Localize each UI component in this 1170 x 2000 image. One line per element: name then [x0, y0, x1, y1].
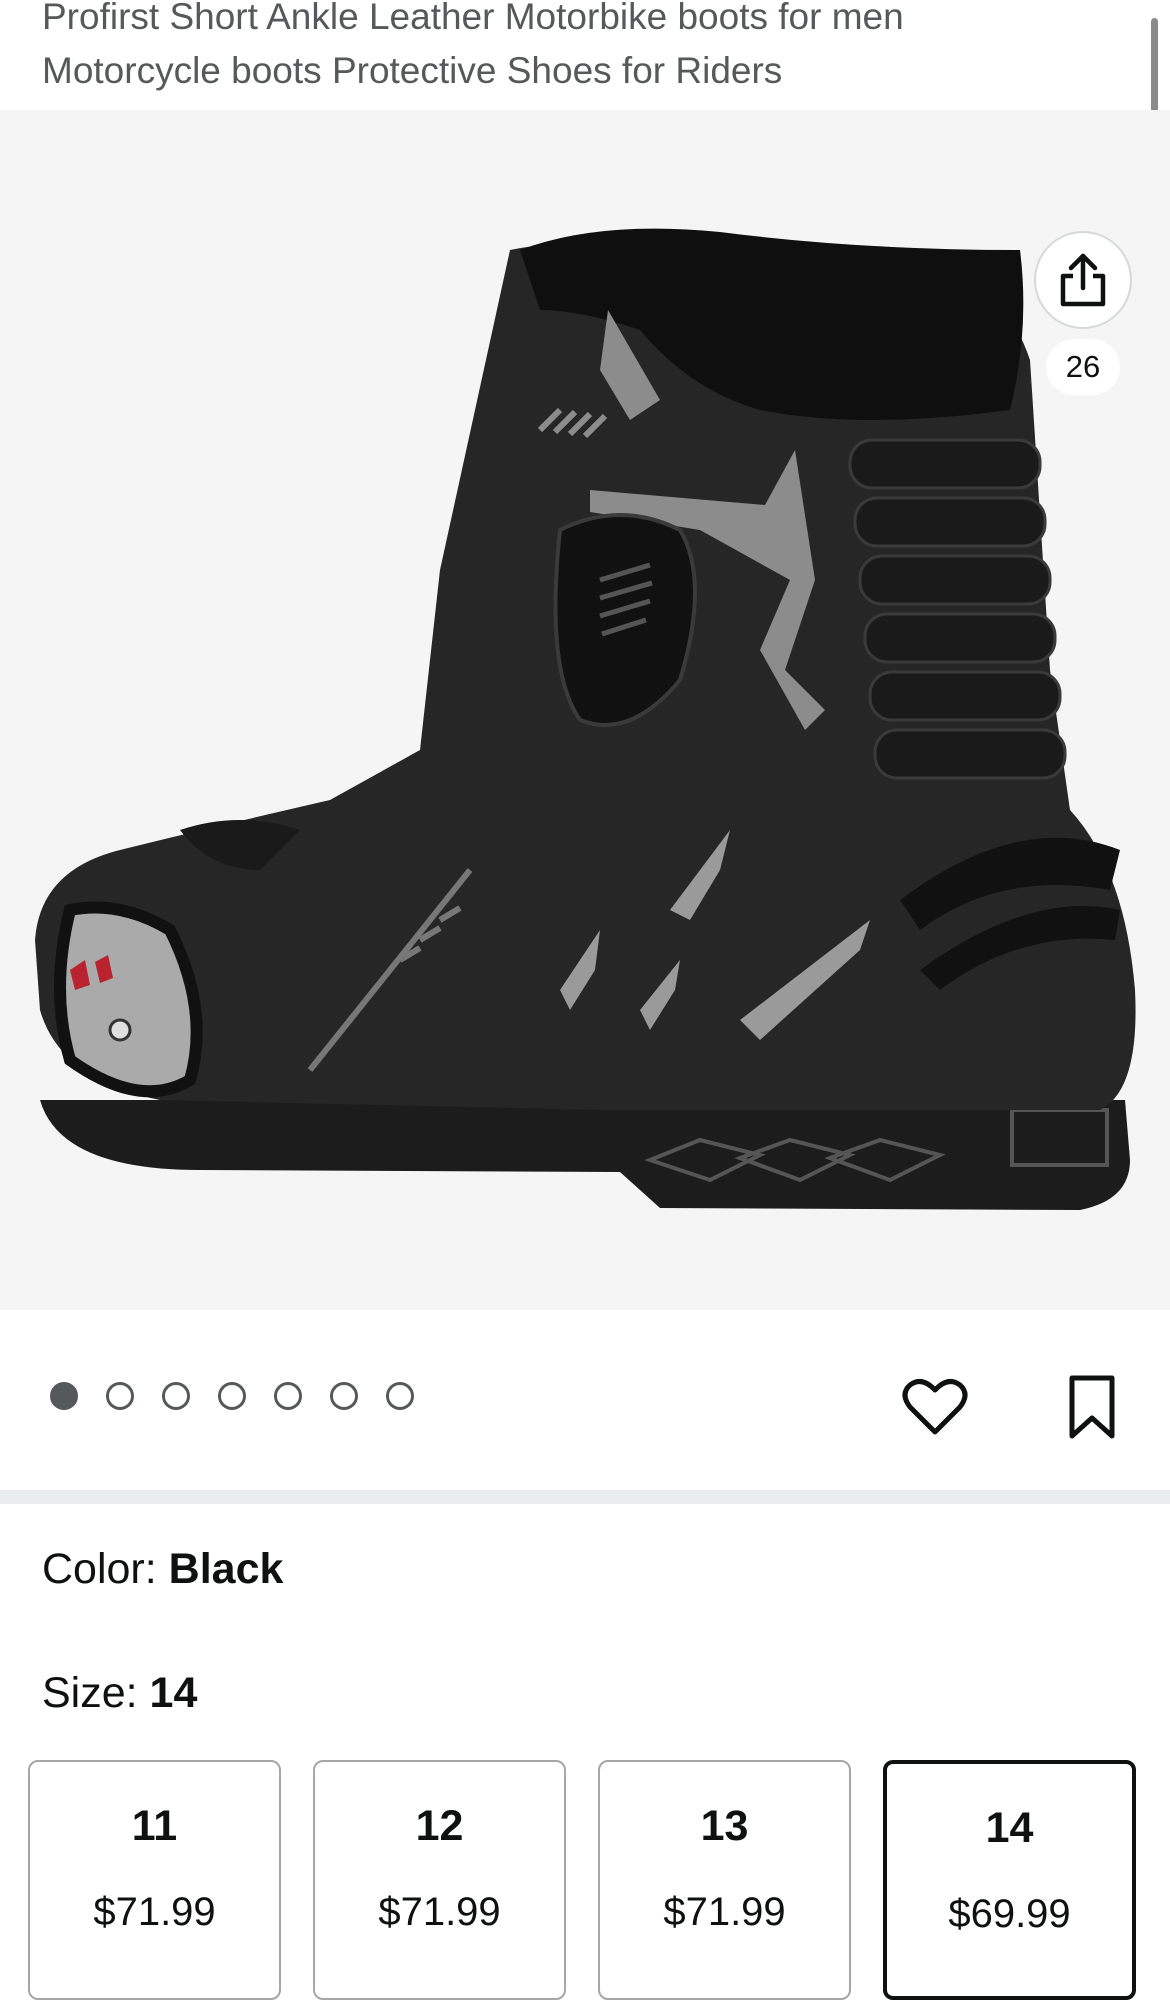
carousel-dot[interactable] — [386, 1382, 414, 1410]
color-value: Black — [168, 1545, 284, 1593]
size-selection: Size: 14 — [42, 1662, 197, 1724]
color-label: Color: — [42, 1545, 169, 1593]
size-option-14[interactable]: 14 $69.99 — [883, 1760, 1136, 2000]
carousel-dot[interactable] — [274, 1382, 302, 1410]
product-image — [35, 228, 1136, 1210]
size-option-12[interactable]: 12 $71.99 — [313, 1760, 566, 2000]
section-divider — [0, 1490, 1170, 1504]
gallery-controls — [0, 1310, 1170, 1490]
carousel-dot[interactable] — [50, 1382, 78, 1410]
size-option-11[interactable]: 11 $71.99 — [28, 1760, 281, 2000]
product-title-block: Profirst Short Ankle Leather Motorbike b… — [0, 0, 1170, 118]
save-for-later-button[interactable] — [1064, 1372, 1120, 1442]
product-image-gallery[interactable]: 26 — [0, 110, 1170, 1310]
carousel-dot[interactable] — [218, 1382, 246, 1410]
share-button[interactable] — [1034, 231, 1132, 329]
carousel-dots — [50, 1382, 414, 1410]
image-count-badge: 26 — [1046, 339, 1120, 395]
size-label: Size: — [42, 1669, 150, 1717]
size-option-label: 11 — [131, 1802, 178, 1850]
size-option-label: 12 — [415, 1802, 464, 1850]
size-option-price: $71.99 — [663, 1890, 786, 1934]
heart-icon — [902, 1378, 968, 1435]
size-option-label: 14 — [985, 1804, 1034, 1852]
size-options: 11 $71.99 12 $71.99 13 $71.99 14 $69.99 — [28, 1760, 1140, 2000]
size-option-price: $71.99 — [378, 1890, 501, 1934]
share-icon — [1060, 253, 1106, 307]
wishlist-button[interactable] — [902, 1376, 968, 1438]
size-option-price: $71.99 — [93, 1890, 216, 1934]
size-option-label: 13 — [700, 1802, 749, 1850]
carousel-dot[interactable] — [330, 1382, 358, 1410]
carousel-dot[interactable] — [162, 1382, 190, 1410]
bookmark-icon — [1069, 1375, 1115, 1439]
size-option-13[interactable]: 13 $71.99 — [598, 1760, 851, 2000]
carousel-dot[interactable] — [106, 1382, 134, 1410]
scrollbar[interactable] — [1151, 18, 1158, 118]
product-title: Profirst Short Ankle Leather Motorbike b… — [42, 0, 904, 91]
size-value: 14 — [149, 1669, 198, 1717]
size-option-price: $69.99 — [948, 1892, 1071, 1936]
color-selection: Color: Black — [42, 1538, 283, 1600]
